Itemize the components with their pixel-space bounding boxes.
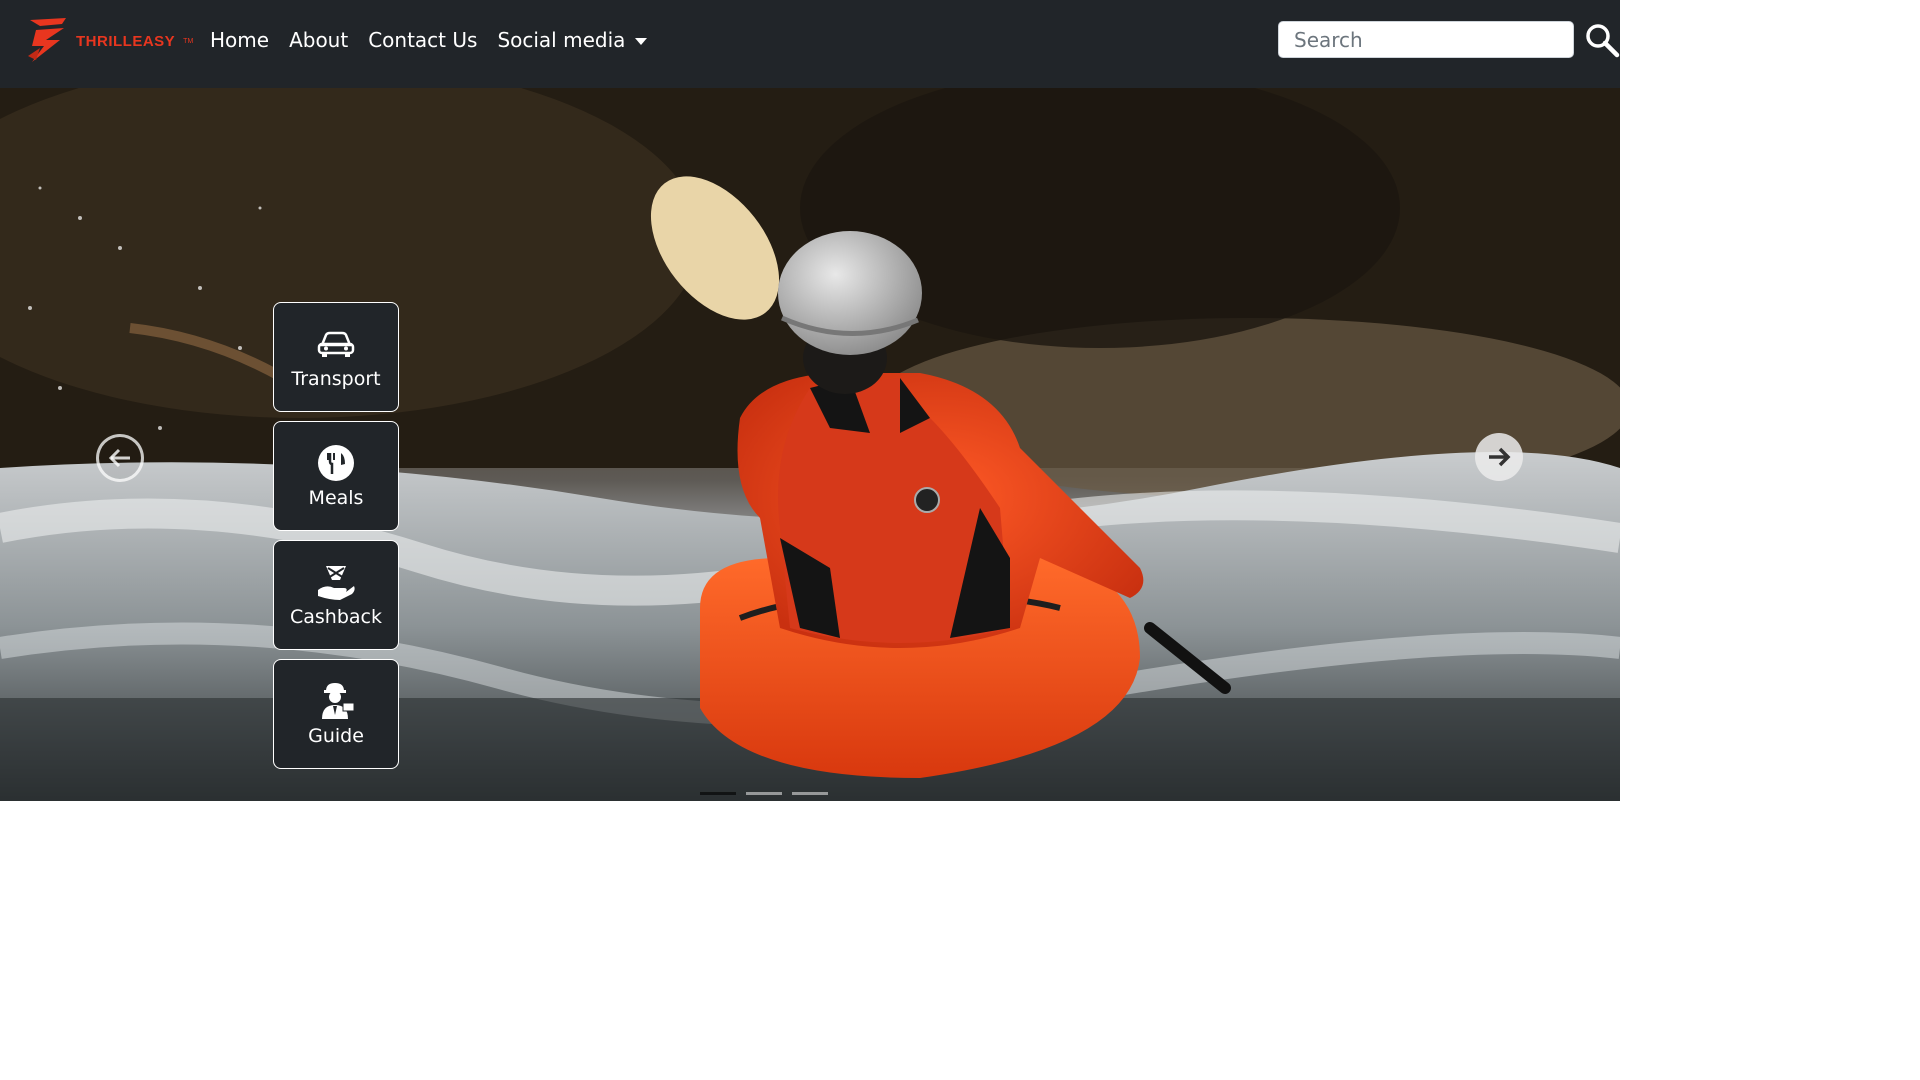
thrilleasy-logo-icon — [28, 18, 66, 62]
nav-home-link[interactable]: Home — [210, 28, 269, 52]
feature-card-transport[interactable]: Transport — [273, 302, 399, 412]
search-button[interactable] — [1584, 22, 1620, 58]
brand-trademark: TM — [183, 37, 194, 45]
nav-contact-link[interactable]: Contact Us — [368, 28, 477, 52]
feature-label: Transport — [291, 368, 381, 390]
feature-card-meals[interactable]: Meals — [273, 421, 399, 531]
fork-knife-icon — [316, 443, 356, 483]
magnifier-icon — [1586, 24, 1620, 58]
feature-card-guide[interactable]: Guide — [273, 659, 399, 769]
nav-about-link[interactable]: About — [289, 28, 348, 52]
chevron-down-icon — [635, 37, 648, 45]
tour-guide-icon — [316, 681, 356, 721]
arrow-right-circle-icon — [1489, 447, 1511, 467]
nav-social-media-dropdown[interactable]: Social media — [497, 28, 648, 52]
carousel-prev-button[interactable] — [96, 434, 144, 482]
carousel-indicators — [700, 792, 828, 795]
feature-card-list: Transport Meals Cashback Guide — [273, 302, 399, 778]
nav-social-media-label: Social media — [497, 28, 626, 52]
search-input[interactable] — [1278, 21, 1574, 58]
feature-label: Guide — [308, 725, 364, 747]
carousel-indicator[interactable] — [700, 792, 736, 795]
car-icon — [316, 324, 356, 364]
arrow-left-circle-icon — [108, 448, 130, 468]
nav-links: Home About Contact Us Social media — [210, 0, 648, 80]
carousel-indicator[interactable] — [792, 792, 828, 795]
feature-label: Meals — [308, 487, 364, 509]
kayaker-image — [0, 88, 1620, 801]
carousel-next-button[interactable] — [1475, 433, 1523, 481]
brand-name: THRILLEASY — [76, 32, 176, 50]
navbar: THRILLEASY TM Home About Contact Us Soci… — [0, 0, 1620, 88]
hero-carousel: Transport Meals Cashback Guide — [0, 88, 1620, 801]
carousel-indicator[interactable] — [746, 792, 782, 795]
brand-logo-link[interactable]: THRILLEASY TM — [26, 14, 193, 68]
cashback-hand-icon — [316, 562, 356, 602]
feature-label: Cashback — [289, 606, 382, 628]
feature-card-cashback[interactable]: Cashback — [273, 540, 399, 650]
